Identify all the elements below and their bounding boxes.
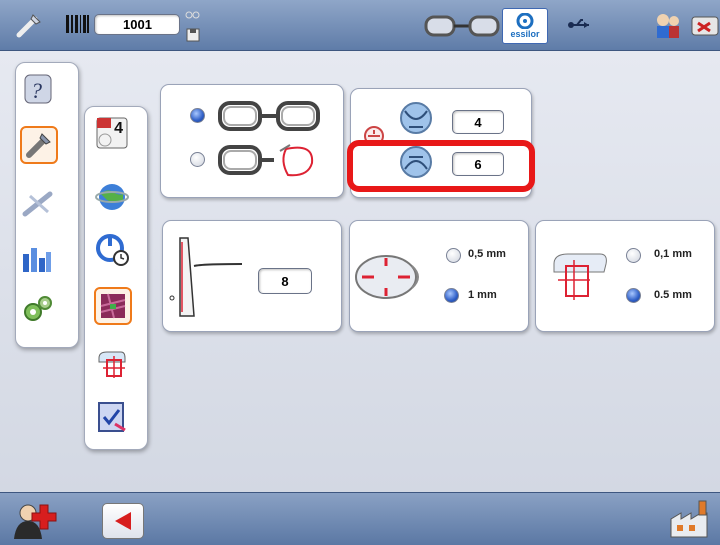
glasses-icon[interactable] <box>424 12 500 38</box>
rimless-frame-icon <box>216 140 324 180</box>
full-frame-icon <box>216 98 324 134</box>
settings-tab[interactable] <box>20 292 54 326</box>
size-option-1-label: 0,5 mm <box>468 248 506 260</box>
floppy-icon[interactable] <box>182 8 204 44</box>
grid-tab[interactable] <box>94 287 132 325</box>
back-arrow-icon <box>115 512 131 530</box>
frame-type-full-radio[interactable] <box>190 108 205 123</box>
calendar-badge: 4 <box>114 120 123 137</box>
checklist-tab[interactable] <box>95 400 129 434</box>
job-number-field[interactable]: 1001 <box>94 14 180 35</box>
drill-layout-tab[interactable] <box>95 346 129 380</box>
highlight-box <box>347 140 535 192</box>
globe-tab[interactable] <box>95 180 129 214</box>
bevel-profile-icon <box>168 228 248 324</box>
help-tab[interactable]: ? <box>21 72 55 106</box>
lens-face-top-icon <box>396 100 436 136</box>
essilor-logo: essilor <box>502 8 548 44</box>
bevel-value-field[interactable]: 8 <box>258 268 312 294</box>
back-button[interactable] <box>102 503 144 539</box>
calendar-tab[interactable]: 4 <box>95 116 129 150</box>
lens-size-icon <box>352 252 432 302</box>
user-add-icon[interactable] <box>12 499 60 541</box>
measure-tab[interactable] <box>21 186 55 220</box>
barcode-icon <box>66 14 90 34</box>
svg-text:?: ? <box>31 78 42 103</box>
drill-option-2-radio[interactable] <box>626 288 641 303</box>
tools-tab[interactable] <box>20 126 58 164</box>
users-icon[interactable] <box>652 10 684 40</box>
tools-icon[interactable] <box>14 10 44 40</box>
bottom-toolbar <box>0 492 720 545</box>
size-option-1-radio[interactable] <box>446 248 461 263</box>
frame-type-rimless-radio[interactable] <box>190 152 205 167</box>
secondary-sidebar <box>84 106 148 450</box>
size-option-2-label: 1 mm <box>468 289 497 301</box>
drill-option-1-label: 0,1 mm <box>654 248 692 260</box>
size-option-2-radio[interactable] <box>444 288 459 303</box>
stats-tab[interactable] <box>20 242 54 276</box>
essilor-text: essilor <box>510 29 540 39</box>
lens-value-top: 4 <box>474 114 482 130</box>
drill-option-1-radio[interactable] <box>626 248 641 263</box>
drill-position-icon <box>550 250 610 302</box>
scanner-icon[interactable] <box>690 10 720 40</box>
drill-option-2-label: 0.5 mm <box>654 289 692 301</box>
factory-icon[interactable] <box>666 497 714 541</box>
usb-icon[interactable] <box>566 14 594 36</box>
job-number: 1001 <box>123 17 152 32</box>
bevel-value: 8 <box>281 273 289 289</box>
lens-value-top-field[interactable]: 4 <box>452 110 504 134</box>
top-toolbar: 1001 essilor <box>0 0 720 51</box>
power-timer-tab[interactable] <box>95 232 129 266</box>
